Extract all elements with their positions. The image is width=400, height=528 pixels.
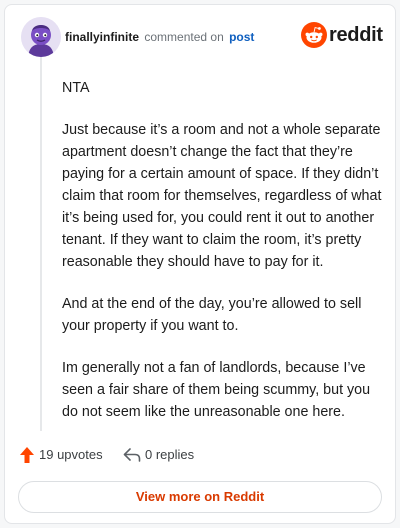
reddit-wordmark: reddit xyxy=(329,24,383,46)
thread-line xyxy=(40,57,42,431)
comment-embed-card: finallyinfinite commented on post reddit… xyxy=(4,4,396,524)
upvote-arrow-icon xyxy=(20,447,34,463)
comment-header: finallyinfinite commented on post reddit xyxy=(21,17,383,59)
comment-paragraph: And at the end of the day, you’re allowe… xyxy=(62,296,362,334)
action-text: commented on xyxy=(144,30,224,44)
upvote-count: 19 upvotes xyxy=(39,447,103,462)
reply-arrow-icon xyxy=(123,448,141,462)
comment-paragraph: Just because it’s a room and not a whole… xyxy=(62,122,382,270)
reply-count: 0 replies xyxy=(145,447,195,462)
comment-body: NTA Just because it’s a room and not a w… xyxy=(62,77,387,443)
comment-paragraph: Im generally not a fan of landlords, bec… xyxy=(62,360,371,420)
post-link[interactable]: post xyxy=(229,30,254,44)
comment-paragraph: NTA xyxy=(62,80,90,96)
avatar-image xyxy=(21,17,61,57)
username[interactable]: finallyinfinite xyxy=(65,30,139,44)
view-more-button[interactable]: View more on Reddit xyxy=(18,481,382,513)
upvote-button[interactable]: 19 upvotes xyxy=(19,445,119,465)
comment-meta: finallyinfinite commented on post xyxy=(65,29,254,45)
user-avatar[interactable] xyxy=(21,17,61,57)
reddit-logo[interactable]: reddit xyxy=(301,21,383,51)
reply-button[interactable]: 0 replies xyxy=(123,445,213,465)
reddit-snoo-icon xyxy=(301,22,327,48)
